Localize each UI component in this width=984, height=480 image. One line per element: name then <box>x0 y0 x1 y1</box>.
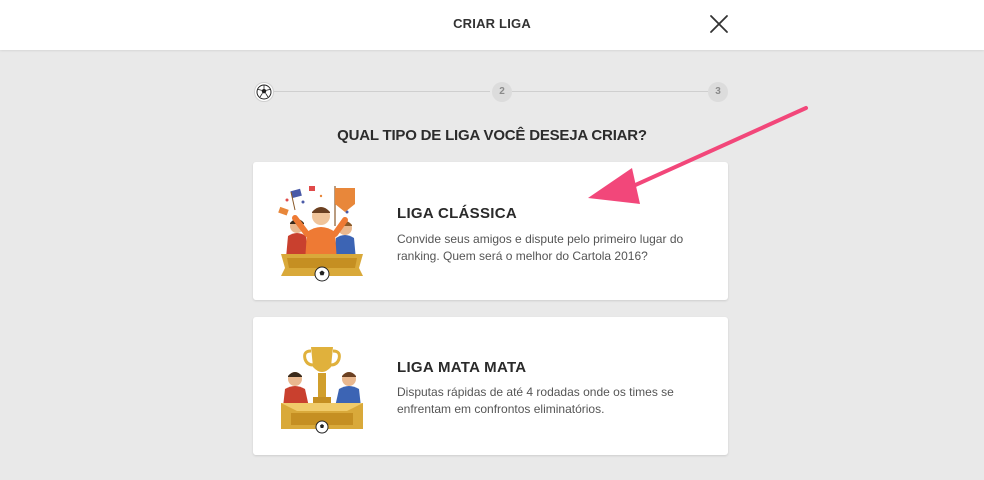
option-liga-classica[interactable]: LIGA CLÁSSICA Convide seus amigos e disp… <box>253 162 728 300</box>
players-celebration-icon <box>277 182 367 282</box>
close-icon[interactable] <box>706 11 732 37</box>
option-liga-mata-mata[interactable]: LIGA MATA MATA Disputas rápidas de até 4… <box>253 317 728 455</box>
top-bar: CRIAR LIGA <box>0 0 984 50</box>
option-title: LIGA CLÁSSICA <box>397 205 518 222</box>
option-title: LIGA MATA MATA <box>397 359 527 376</box>
step-indicator: 2 3 <box>252 80 730 104</box>
option-description: Disputas rápidas de até 4 rodadas onde o… <box>397 385 674 416</box>
step-connector <box>274 91 490 92</box>
step-2: 2 <box>492 82 512 102</box>
option-description: Convide seus amigos e dispute pelo prime… <box>397 232 684 263</box>
trophy-players-icon <box>277 337 367 437</box>
question-heading: QUAL TIPO DE LIGA VOCÊ DESEJA CRIAR? <box>337 127 647 144</box>
step-1-ball-icon <box>254 82 274 102</box>
step-3: 3 <box>708 82 728 102</box>
page-title: CRIAR LIGA <box>453 16 531 31</box>
step-connector <box>512 91 708 92</box>
